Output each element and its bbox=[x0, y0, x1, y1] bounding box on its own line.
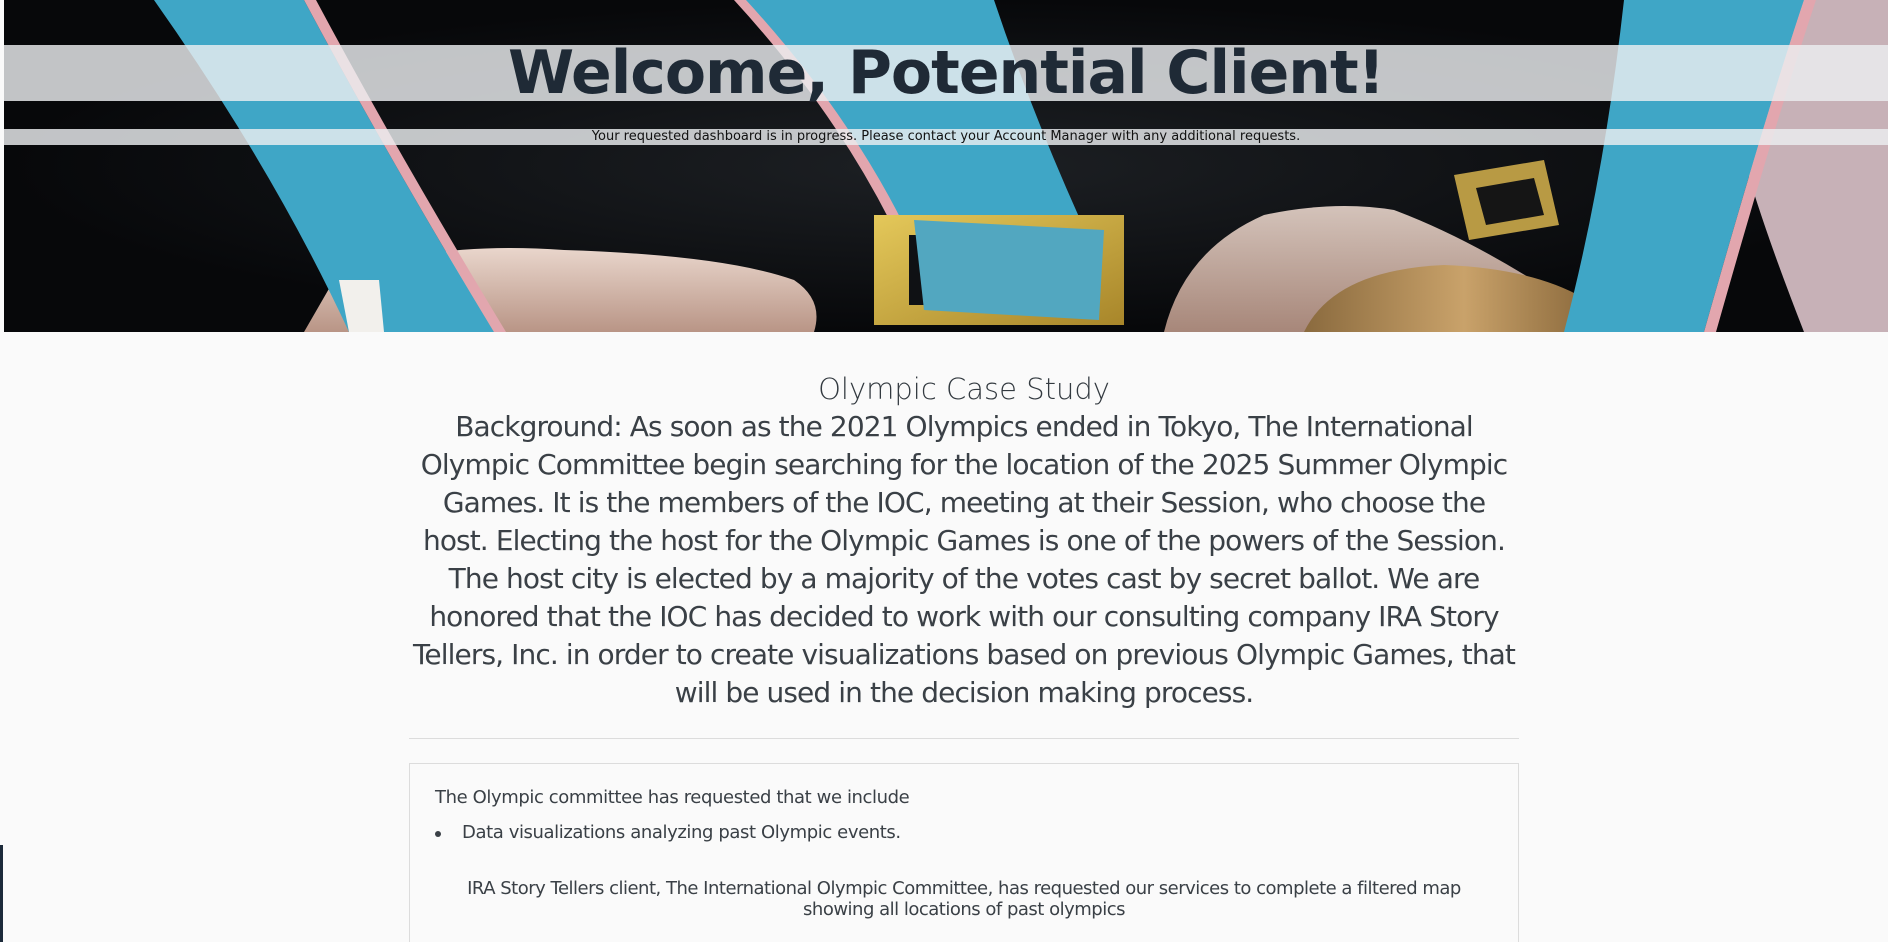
left-edge-accent bbox=[0, 845, 3, 942]
requirements-paragraph: IRA Story Tellers client, The Internatio… bbox=[467, 878, 1461, 920]
case-study-section: Olympic Case Study Background: As soon a… bbox=[409, 370, 1519, 712]
requirements-list: Data visualizations analyzing past Olymp… bbox=[435, 821, 901, 845]
hero-banner: Welcome, Potential Client! Your requeste… bbox=[4, 0, 1888, 332]
page-subtitle: Your requested dashboard is in progress.… bbox=[591, 129, 1301, 144]
requirements-card: The Olympic committee has requested that… bbox=[409, 763, 1519, 942]
list-item-label: Data visualizations analyzing past Olymp… bbox=[462, 822, 901, 843]
page-title: Welcome, Potential Client! bbox=[507, 38, 1385, 108]
section-divider bbox=[409, 738, 1519, 739]
case-study-title: Olympic Case Study bbox=[818, 372, 1110, 406]
list-item: Data visualizations analyzing past Olymp… bbox=[435, 821, 901, 845]
bullet-icon bbox=[435, 831, 441, 837]
requirements-intro: The Olympic committee has requested that… bbox=[435, 787, 910, 808]
case-study-background: Background: As soon as the 2021 Olympics… bbox=[412, 410, 1516, 709]
page: Welcome, Potential Client! Your requeste… bbox=[0, 0, 1888, 942]
